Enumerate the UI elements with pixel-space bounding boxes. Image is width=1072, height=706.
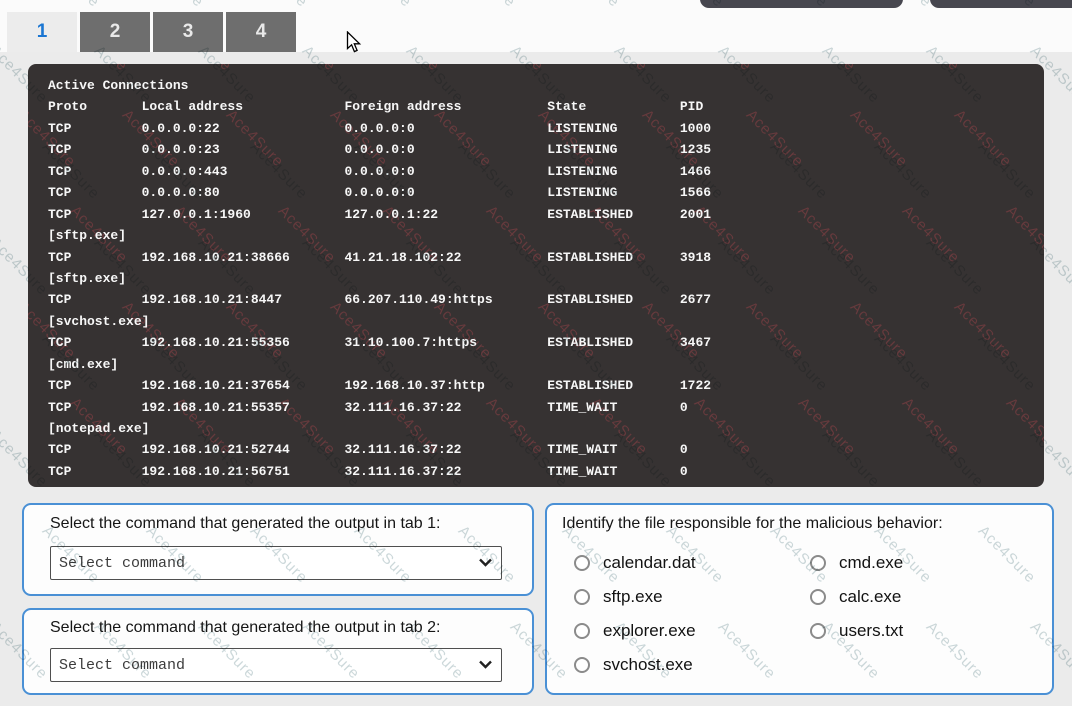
- terminal-process-row: [svchost.exe]: [48, 311, 1040, 332]
- radio-option-item[interactable]: sftp.exe: [574, 585, 696, 609]
- tab-content-area: Ace4Sure Ace4Sure Ace4Sure Ace4Sure Ace4Sure…: [0, 52, 1072, 706]
- watermark-text: Ace4Sure: [483, 64, 547, 75]
- watermark-text: Ace4Sure: [1003, 64, 1044, 75]
- mouse-cursor: [346, 31, 364, 55]
- tab-2[interactable]: 2: [80, 12, 150, 52]
- terminal-row: TCP192.168.10.21:37654192.168.10.37:http…: [48, 375, 1040, 396]
- watermark-text: Ace4Sure: [39, 0, 103, 11]
- watermark-text: Ace4Sure: [899, 64, 963, 75]
- terminal-row: TCP192.168.10.21:5274432.111.16.37:22TIM…: [48, 439, 1040, 460]
- terminal-output: Ace4Sure Ace4Sure Ace4Sure Ace4Sure Ace4Sure…: [28, 64, 1044, 487]
- radio-option-item[interactable]: svchost.exe: [574, 653, 696, 677]
- cutoff-toolbar-button-1[interactable]: [700, 0, 903, 8]
- terminal-row: TCP0.0.0.0:220.0.0.0:0LISTENING1000: [48, 118, 1040, 139]
- cutoff-toolbar-button-2[interactable]: [930, 0, 1072, 8]
- radio-option-item[interactable]: calendar.dat: [574, 551, 696, 575]
- radio-option-label: cmd.exe: [839, 553, 903, 573]
- watermark-text: Ace4Sure: [587, 64, 651, 75]
- watermark-text: Ace4Sure: [455, 0, 519, 11]
- terminal-row: TCP192.168.10.21:3866641.21.18.102:22EST…: [48, 247, 1040, 268]
- question-label-malicious-file: Identify the file responsible for the ma…: [562, 515, 943, 533]
- radio-option-item[interactable]: explorer.exe: [574, 619, 696, 643]
- radio-button-calendar-dat[interactable]: [574, 555, 590, 571]
- radio-option-label: svchost.exe: [603, 655, 693, 675]
- tab-1[interactable]: 1: [7, 12, 77, 52]
- question-label-tab1: Select the command that generated the ou…: [50, 515, 440, 533]
- exam-simulation-page: 1 2 3 4 Ace4SureAce4SureAce4SureAce4Sure…: [0, 0, 1072, 706]
- terminal-row: TCP192.168.10.21:5535631.10.100.7:httpsE…: [48, 332, 1040, 353]
- terminal-process-row: [sftp.exe]: [48, 225, 1040, 246]
- watermark-text: Ace4Sure: [143, 0, 207, 11]
- question-panel-tab1: Select the command that generated the ou…: [22, 503, 534, 596]
- command-select-tab2-wrap: Select command: [50, 648, 502, 682]
- terminal-process-row: [notepad.exe]: [48, 418, 1040, 439]
- watermark-text: Ace4Sure: [275, 64, 339, 75]
- question-label-tab2: Select the command that generated the ou…: [50, 619, 440, 637]
- watermark-text: Ace4Sure: [379, 64, 443, 75]
- radio-option-label: calc.exe: [839, 587, 901, 607]
- terminal-row: TCP0.0.0.0:4430.0.0.0:0LISTENING1466: [48, 161, 1040, 182]
- radio-button-sftp-exe[interactable]: [574, 589, 590, 605]
- terminal-row: TCP192.168.10.21:5535732.111.16.37:22TIM…: [48, 397, 1040, 418]
- radio-button-users-txt[interactable]: [810, 623, 826, 639]
- terminal-header-row: ProtoLocal addressForeign addressStatePI…: [48, 96, 1040, 117]
- command-select-tab1-wrap: Select command: [50, 546, 502, 580]
- terminal-row: TCP192.168.10.21:5675132.111.16.37:22TIM…: [48, 461, 1040, 482]
- radio-button-explorer-exe[interactable]: [574, 623, 590, 639]
- watermark-text: Ace4Sure: [171, 64, 235, 75]
- terminal-row: TCP192.168.10.21:844766.207.110.49:https…: [48, 289, 1040, 310]
- radio-button-svchost-exe[interactable]: [574, 657, 590, 673]
- radio-option-label: users.txt: [839, 621, 903, 641]
- radio-option-label: calendar.dat: [603, 553, 696, 573]
- watermark-text: Ace4Sure: [247, 0, 311, 11]
- radio-option-item[interactable]: cmd.exe: [810, 551, 903, 575]
- tab-3[interactable]: 3: [153, 12, 223, 52]
- watermark-text: Ace4Sure: [559, 0, 623, 11]
- radio-options-column-1: calendar.dat sftp.exe explorer.exe svchost.…: [574, 551, 696, 687]
- radio-option-item[interactable]: users.txt: [810, 619, 903, 643]
- question-panel-tab2: Select the command that generated the ou…: [22, 608, 534, 695]
- radio-option-label: sftp.exe: [603, 587, 663, 607]
- watermark-text: Ace4Sure: [795, 64, 859, 75]
- terminal-process-row: [cmd.exe]: [48, 354, 1040, 375]
- radio-option-item[interactable]: calc.exe: [810, 585, 903, 609]
- watermark-text: Ace4Sure: [351, 0, 415, 11]
- radio-button-cmd-exe[interactable]: [810, 555, 826, 571]
- terminal-row: TCP0.0.0.0:800.0.0.0:0LISTENING1566: [48, 182, 1040, 203]
- question-panel-malicious-file: Identify the file responsible for the ma…: [545, 503, 1054, 695]
- terminal-process-row: [sftp.exe]: [48, 268, 1040, 289]
- netstat-output-text: Active ConnectionsProtoLocal addressFore…: [48, 75, 1040, 482]
- terminal-row: TCP0.0.0.0:230.0.0.0:0LISTENING1235: [48, 139, 1040, 160]
- terminal-title: Active Connections: [48, 75, 1040, 96]
- watermark-text: Ace4Sure: [691, 64, 755, 75]
- command-select-tab1[interactable]: Select command: [50, 546, 502, 580]
- radio-button-calc-exe[interactable]: [810, 589, 826, 605]
- watermark-text: Ace4Sure: [67, 64, 131, 75]
- tab-4[interactable]: 4: [226, 12, 296, 52]
- terminal-row: TCP127.0.0.1:1960127.0.0.1:22ESTABLISHED…: [48, 204, 1040, 225]
- radio-option-label: explorer.exe: [603, 621, 696, 641]
- radio-options-column-2: cmd.exe calc.exe users.txt: [810, 551, 903, 653]
- command-select-tab2[interactable]: Select command: [50, 648, 502, 682]
